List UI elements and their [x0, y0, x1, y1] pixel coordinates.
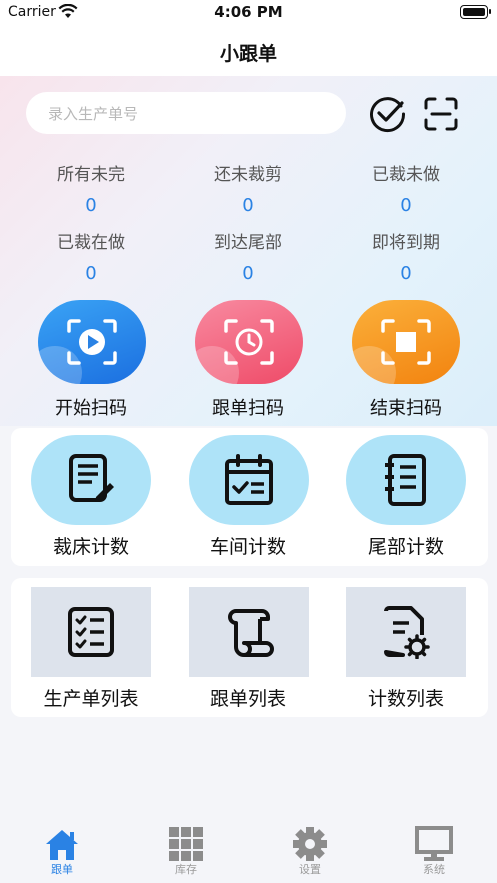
count-list-label: 计数列表: [367, 688, 444, 710]
search-placeholder: 录入生产单号: [48, 105, 139, 123]
check-circle-icon[interactable]: [368, 94, 408, 134]
document-gear-icon: [384, 606, 430, 659]
start-scan-button[interactable]: [38, 300, 146, 384]
tab-follow[interactable]: 跟单: [0, 818, 124, 883]
scroll-icon: [228, 609, 274, 657]
search-input[interactable]: 录入生产单号: [26, 92, 346, 134]
battery-icon: [460, 5, 491, 19]
end-scan-label: 结束扫码: [370, 398, 442, 419]
document-edit-icon: [69, 454, 114, 502]
scan-icon[interactable]: [423, 96, 459, 132]
tab-settings[interactable]: 设置: [248, 818, 372, 883]
stat-label-all-unfinished: 所有未完: [57, 165, 125, 185]
tab-follow-label: 跟单: [51, 863, 73, 876]
follow-scan-button[interactable]: [195, 300, 303, 384]
tail-count-label: 尾部计数: [367, 536, 444, 558]
stat-value-reached-tail[interactable]: 0: [173, 263, 323, 284]
stat-label-reached-tail: 到达尾部: [214, 233, 282, 253]
clock-scan-icon: [224, 319, 274, 365]
stat-value-cut-in-progress[interactable]: 0: [16, 263, 166, 284]
cutting-count-button[interactable]: [31, 435, 151, 525]
nav-bar: 小跟单: [0, 26, 497, 76]
notebook-icon: [385, 454, 426, 506]
stat-label-cut-not-made: 已裁未做: [372, 165, 440, 185]
status-bar: Carrier 4:06 PM: [0, 0, 497, 26]
monitor-icon: [415, 826, 453, 861]
workshop-count-button[interactable]: [189, 435, 309, 525]
stat-label-not-cut: 还未裁剪: [214, 165, 282, 185]
production-list-button[interactable]: [31, 587, 151, 677]
tab-inventory-label: 库存: [175, 863, 197, 876]
clock-time: 4:06 PM: [214, 3, 283, 21]
tab-inventory[interactable]: 库存: [124, 818, 248, 883]
tab-system-label: 系统: [423, 863, 445, 876]
stat-label-cut-in-progress: 已裁在做: [57, 233, 125, 253]
tail-count-button[interactable]: [346, 435, 466, 525]
stat-value-due-soon[interactable]: 0: [331, 263, 481, 284]
play-scan-icon: [67, 319, 117, 365]
gear-icon: [293, 827, 327, 861]
workshop-count-label: 车间计数: [209, 536, 286, 558]
follow-scan-label: 跟单扫码: [212, 398, 284, 419]
tab-settings-label: 设置: [299, 863, 321, 876]
count-list-button[interactable]: [346, 587, 466, 677]
calendar-check-icon: [225, 454, 273, 505]
stat-label-due-soon: 即将到期: [372, 233, 440, 253]
stop-scan-icon: [381, 319, 431, 365]
start-scan-label: 开始扫码: [55, 398, 127, 419]
grid-icon: [169, 827, 203, 861]
follow-list-label: 跟单列表: [209, 688, 286, 710]
page-title: 小跟单: [219, 43, 277, 65]
home-icon: [46, 830, 78, 860]
tab-system[interactable]: 系统: [372, 818, 496, 883]
stat-value-all-unfinished[interactable]: 0: [16, 195, 166, 216]
end-scan-button[interactable]: [352, 300, 460, 384]
stat-value-not-cut[interactable]: 0: [173, 195, 323, 216]
stat-value-cut-not-made[interactable]: 0: [331, 195, 481, 216]
cutting-count-label: 裁床计数: [52, 536, 129, 558]
production-list-label: 生产单列表: [43, 688, 139, 710]
checklist-icon: [68, 607, 114, 657]
follow-list-button[interactable]: [189, 587, 309, 677]
tab-bar: 跟单 库存 设置 系统: [0, 818, 497, 883]
